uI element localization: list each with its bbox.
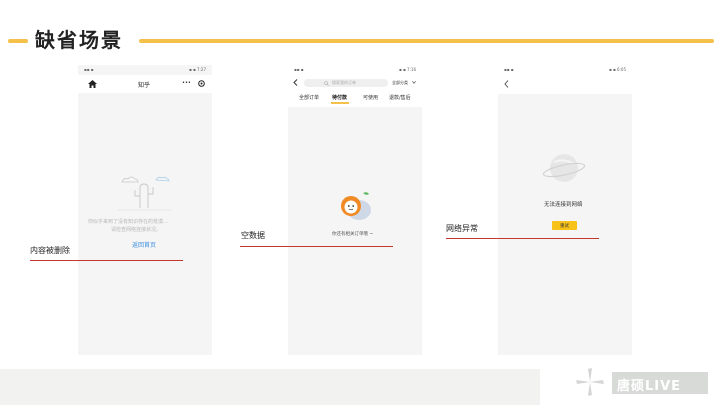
network-error-message: 无法连接到网络 — [544, 202, 583, 208]
search-placeholder: 搜索我的订单 — [332, 80, 356, 85]
nav-bar: 搜索我的订单 全部分类 全部订单 待付款 可使用 退款/售后 — [288, 74, 422, 107]
tab-refund[interactable]: 退款/售后 — [389, 94, 411, 101]
settings-icon[interactable] — [198, 80, 205, 87]
status-left: ▪▪ ▪ — [294, 67, 304, 72]
nav-title: 知乎 — [138, 82, 151, 89]
page-title: 缺省场景 — [35, 28, 123, 52]
nav-bar — [498, 74, 632, 94]
phone-content-deleted: ▪▪ ▪ ▪ ▪ 7:27 知乎 ••• 你似乎来到了没有知识存在的荒漠… 请检… — [78, 65, 212, 355]
brand-logo-text: 唐硕LIVE — [617, 379, 682, 394]
filter-dropdown[interactable]: 全部分类 — [392, 80, 408, 86]
phone-empty-data: ▪▪ ▪ ▪ ▪ 7:16 搜索我的订单 全部分类 全部订单 待付款 可使用 退… — [288, 65, 422, 355]
planet-icon — [542, 154, 586, 182]
footer-bar — [0, 369, 540, 405]
tab-usable[interactable]: 可使用 — [363, 94, 378, 101]
status-bar: ▪▪ ▪ ▪ ▪ 7:27 — [78, 65, 212, 74]
status-right: ▪ ▪ 7:16 — [399, 67, 416, 72]
search-icon — [324, 80, 329, 86]
search-input[interactable]: 搜索我的订单 — [304, 79, 388, 87]
pinwheel-logo-icon — [576, 368, 604, 396]
status-bar: ▪▪ ▪ ▪ ▪ 6:05 — [498, 65, 632, 74]
status-right: ▪ ▪ 6:05 — [609, 67, 626, 72]
caption-underline-1 — [30, 260, 183, 261]
caption-network-error: 网络异常 — [446, 224, 478, 233]
nav-bar: 知乎 ••• — [78, 75, 212, 93]
caption-underline-2 — [240, 246, 393, 247]
phone-network-error: ▪▪ ▪ ▪ ▪ 6:05 无法连接到网络 重试 — [498, 65, 632, 355]
status-left: ▪▪ ▪ — [504, 67, 514, 72]
tab-all-orders[interactable]: 全部订单 — [299, 94, 319, 101]
mascot-illustration — [341, 192, 371, 220]
active-tab-indicator — [331, 102, 349, 104]
retry-button[interactable]: 重试 — [552, 221, 577, 230]
chevron-down-icon — [412, 81, 416, 84]
desert-cactus-illustration — [118, 176, 172, 211]
message-line-1: 你似乎来到了没有知识存在的荒漠… — [88, 219, 169, 225]
back-arrow-icon[interactable] — [293, 79, 298, 86]
header-line-right — [139, 39, 714, 43]
status-left: ▪▪ ▪ — [84, 67, 94, 72]
caption-content-deleted: 内容被删除 — [30, 246, 70, 255]
tab-pending-payment[interactable]: 待付款 — [332, 94, 347, 101]
status-bar: ▪▪ ▪ ▪ ▪ 7:16 — [288, 65, 422, 74]
back-arrow-icon[interactable] — [504, 80, 509, 88]
caption-underline-3 — [446, 238, 599, 239]
message-line-2: 请检查网络连接状况。 — [111, 227, 162, 233]
status-right: ▪ ▪ 7:27 — [189, 67, 206, 72]
empty-message: 你还有相关订单哦 ~ — [332, 232, 374, 237]
header-line-left — [8, 39, 28, 43]
home-icon[interactable] — [88, 80, 97, 88]
back-home-link[interactable]: 返回首页 — [132, 240, 156, 249]
retry-button-label: 重试 — [560, 224, 569, 229]
more-dots-icon[interactable]: ••• — [182, 80, 191, 86]
caption-empty-data: 空数据 — [241, 231, 265, 240]
